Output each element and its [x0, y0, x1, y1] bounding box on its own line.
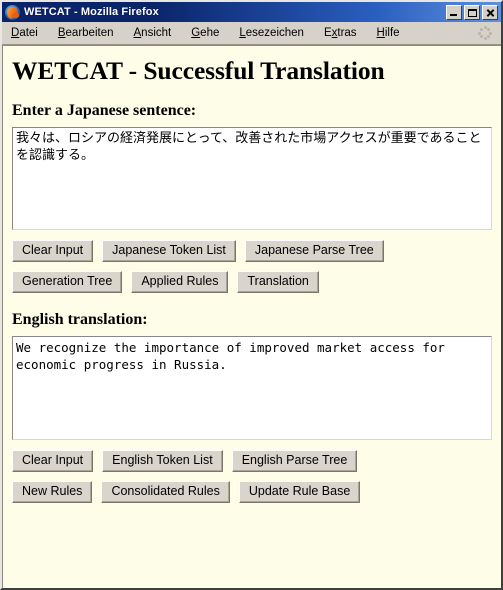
browser-content-area: WETCAT - Successful Translation Enter a … — [2, 45, 501, 588]
throbber-icon — [477, 25, 493, 41]
menu-item-datei[interactable]: Datei — [11, 27, 38, 39]
clear-input-english-button[interactable]: Clear Input — [12, 449, 94, 472]
japanese-button-row-2: Generation Tree Applied Rules Translatio… — [12, 270, 493, 293]
japanese-input-textarea[interactable] — [12, 126, 492, 230]
firefox-window: WETCAT - Mozilla Firefox Datei Bearbeiten… — [0, 0, 503, 590]
clear-input-japanese-button[interactable]: Clear Input — [12, 239, 94, 262]
menu-item-ansicht[interactable]: Ansicht — [134, 27, 172, 39]
menu-item-bearbeiten[interactable]: Bearbeiten — [58, 27, 114, 39]
generation-tree-button[interactable]: Generation Tree — [12, 270, 123, 293]
menu-item-hilfe[interactable]: Hilfe — [377, 27, 400, 39]
menu-item-extras[interactable]: Extras — [324, 27, 357, 39]
new-rules-button[interactable]: New Rules — [12, 480, 93, 503]
translation-button[interactable]: Translation — [237, 270, 319, 293]
english-parse-tree-button[interactable]: English Parse Tree — [231, 449, 358, 472]
japanese-button-row-1: Clear Input Japanese Token List Japanese… — [12, 239, 493, 262]
wetcat-page: WETCAT - Successful Translation Enter a … — [3, 46, 501, 588]
applied-rules-button[interactable]: Applied Rules — [131, 270, 229, 293]
window-title: WETCAT - Mozilla Firefox — [24, 6, 159, 18]
title-bar: WETCAT - Mozilla Firefox — [2, 2, 501, 22]
english-section-heading: English translation: — [12, 310, 148, 328]
maximize-button[interactable] — [464, 4, 480, 20]
close-button[interactable] — [482, 4, 498, 20]
page-title: WETCAT - Successful Translation — [12, 56, 385, 85]
english-token-list-button[interactable]: English Token List — [102, 449, 223, 472]
japanese-parse-tree-button[interactable]: Japanese Parse Tree — [244, 239, 384, 262]
minimize-button[interactable] — [446, 4, 462, 20]
window-controls — [446, 4, 499, 20]
menu-bar: Datei Bearbeiten Ansicht Gehe Lesezeichen Ext… — [2, 22, 501, 45]
menu-item-gehe[interactable]: Gehe — [191, 27, 219, 39]
english-translation-textarea[interactable] — [12, 335, 492, 440]
japanese-section-heading: Enter a Japanese sentence: — [12, 102, 197, 120]
menu-item-lesezeichen[interactable]: Lesezeichen — [239, 27, 304, 39]
japanese-token-list-button[interactable]: Japanese Token List — [102, 239, 236, 262]
firefox-icon — [5, 4, 20, 20]
update-rule-base-button[interactable]: Update Rule Base — [238, 480, 361, 503]
english-button-row-1: Clear Input English Token List English P… — [12, 449, 493, 472]
english-button-row-2: New Rules Consolidated Rules Update Rule… — [12, 480, 493, 503]
consolidated-rules-button[interactable]: Consolidated Rules — [101, 480, 230, 503]
